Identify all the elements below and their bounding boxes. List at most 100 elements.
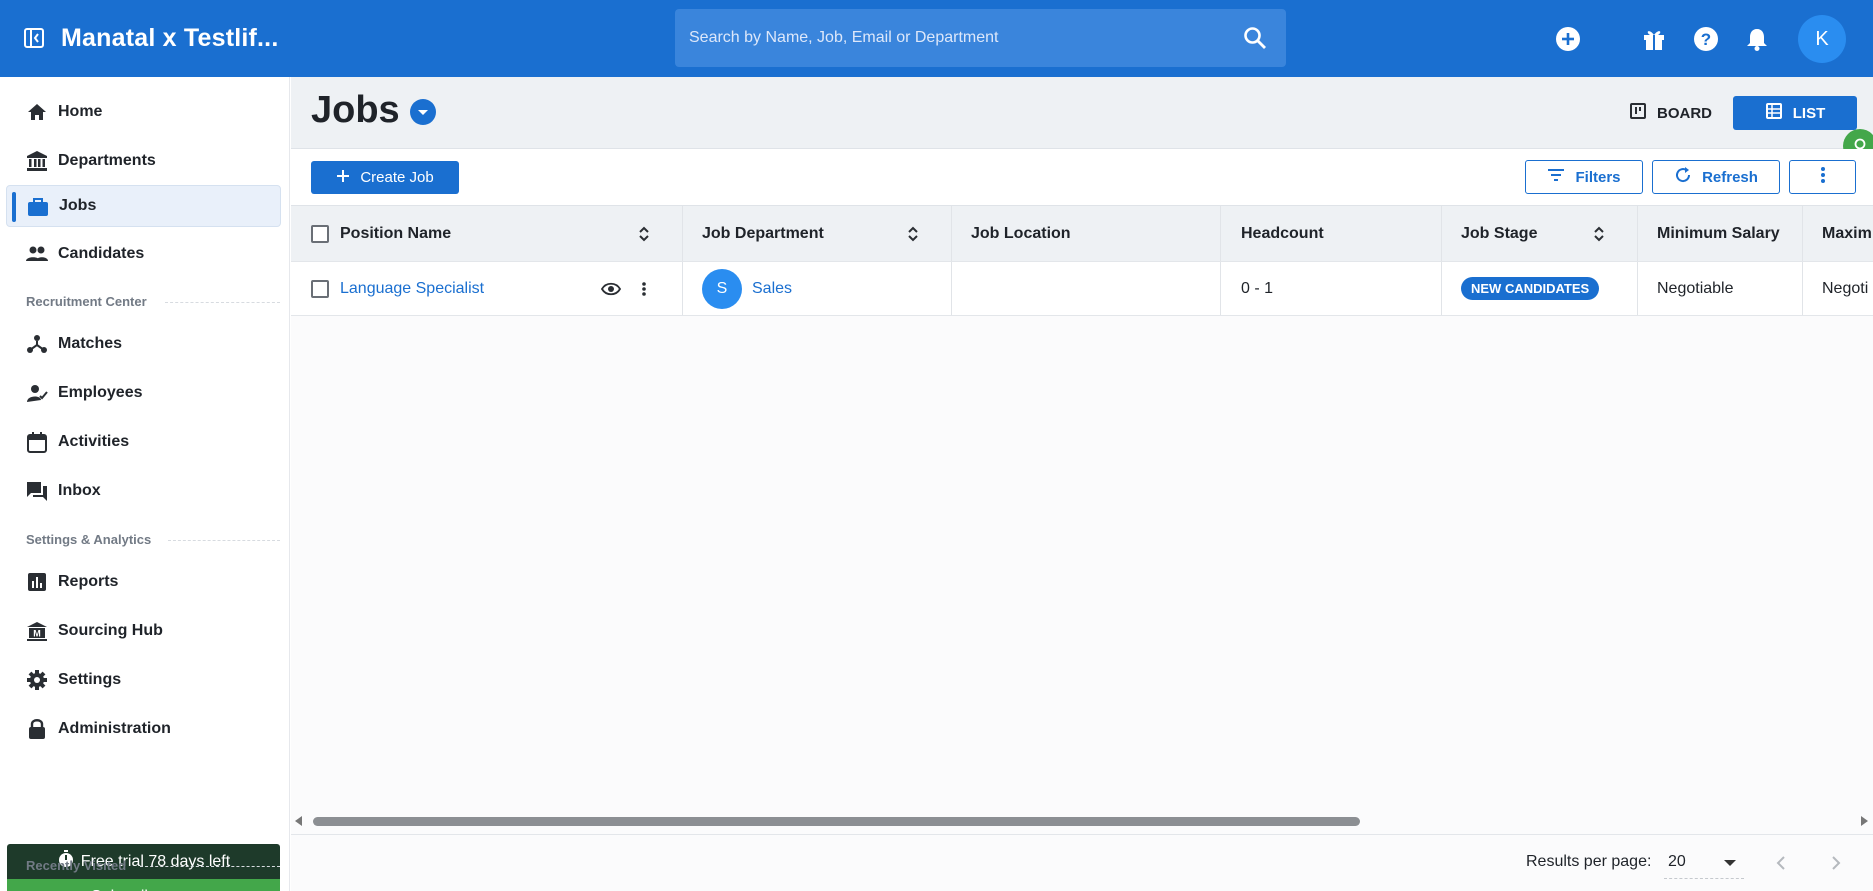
department-avatar: S: [702, 268, 742, 309]
board-view-button[interactable]: BOARD: [1629, 99, 1712, 127]
sidebar-item-matches[interactable]: Matches: [6, 323, 281, 365]
sidebar-item-administration[interactable]: Administration: [6, 708, 281, 750]
column-divider: [1441, 206, 1442, 261]
calendar-icon: [26, 431, 48, 453]
divider: [165, 302, 280, 303]
refresh-icon: [1674, 166, 1692, 188]
user-avatar[interactable]: K: [1798, 15, 1846, 63]
headcount-cell: 0 - 1: [1241, 279, 1274, 297]
refresh-label: Refresh: [1702, 168, 1758, 186]
board-icon: [1629, 102, 1647, 124]
inbox-icon: [26, 480, 48, 502]
column-divider: [1637, 262, 1638, 315]
column-divider: [951, 262, 952, 315]
row-more-icon[interactable]: [641, 262, 647, 315]
sidebar-item-departments[interactable]: Departments: [6, 140, 281, 182]
column-header[interactable]: Position Name: [340, 206, 451, 261]
sidebar-toggle-icon[interactable]: [22, 26, 46, 50]
more-options-button[interactable]: [1789, 160, 1856, 194]
column-divider: [1220, 262, 1221, 315]
position-name-link[interactable]: Language Specialist: [340, 262, 484, 315]
main-content: Jobs BOARD LIST Create Job Filters Refre…: [291, 77, 1873, 891]
table-row[interactable]: Language Specialist S Sales 0 - 1 NEW CA…: [291, 261, 1873, 316]
add-circle-icon[interactable]: [1554, 25, 1582, 53]
column-header[interactable]: Maxim: [1822, 206, 1873, 261]
sidebar-item-reports[interactable]: Reports: [6, 561, 281, 603]
sidebar: Home Departments Jobs Candidates Recruit…: [0, 77, 290, 891]
search-input[interactable]: [689, 9, 1229, 67]
caret-down-icon: [1724, 860, 1736, 866]
bank-icon: [26, 150, 48, 172]
divider: [168, 540, 280, 541]
column-divider: [1220, 206, 1221, 261]
filters-button[interactable]: Filters: [1525, 160, 1643, 194]
create-job-label: Create Job: [360, 169, 434, 186]
horizontal-scrollbar[interactable]: [291, 814, 1873, 828]
column-divider: [682, 206, 683, 261]
sidebar-item-jobs[interactable]: Jobs: [6, 185, 281, 227]
column-header[interactable]: Minimum Salary: [1657, 206, 1780, 261]
gift-icon[interactable]: [1640, 25, 1668, 53]
sidebar-item-activities[interactable]: Activities: [6, 421, 281, 463]
home-icon: [26, 101, 48, 123]
row-checkbox[interactable]: [311, 262, 329, 315]
toolbar: Create Job Filters Refresh: [291, 149, 1873, 205]
results-per-page-select[interactable]: 20: [1664, 847, 1744, 879]
sort-icon[interactable]: [1591, 224, 1607, 244]
stage-badge[interactable]: NEW CANDIDATES: [1461, 277, 1600, 300]
sidebar-item-sourcing-hub[interactable]: M Sourcing Hub: [6, 610, 281, 652]
list-view-button[interactable]: LIST: [1733, 96, 1857, 130]
bell-icon[interactable]: [1743, 25, 1771, 53]
next-page-icon[interactable]: [1824, 851, 1848, 875]
chevron-down-icon[interactable]: [410, 99, 436, 125]
sidebar-item-home[interactable]: Home: [6, 91, 281, 133]
lock-icon: [26, 718, 48, 740]
briefcase-icon: [27, 196, 49, 218]
column-divider: [951, 206, 952, 261]
section-settings-analytics: Settings & Analytics: [26, 532, 152, 547]
help-icon[interactable]: ?: [1692, 25, 1720, 53]
scrollbar-thumb[interactable]: [313, 817, 1360, 826]
sidebar-item-settings[interactable]: Settings: [6, 659, 281, 701]
column-header[interactable]: Headcount: [1241, 206, 1324, 261]
column-header[interactable]: Job Department: [702, 206, 824, 261]
sort-icon[interactable]: [905, 224, 921, 244]
column-divider: [1802, 262, 1803, 315]
section-recruitment-center: Recruitment Center: [26, 294, 147, 309]
sidebar-item-candidates[interactable]: Candidates: [6, 233, 281, 275]
sidebar-item-label: Administration: [58, 720, 171, 737]
sidebar-item-inbox[interactable]: Inbox: [6, 470, 281, 512]
sidebar-item-employees[interactable]: Employees: [6, 372, 281, 414]
subscribe-button[interactable]: Subscribe now: [7, 879, 280, 891]
column-divider: [1637, 206, 1638, 261]
sort-icon[interactable]: [636, 224, 652, 244]
top-bar: Manatal x Testlif... ? K: [0, 0, 1873, 77]
column-header[interactable]: Job Stage: [1461, 206, 1537, 261]
results-per-page-label: Results per page:: [1526, 853, 1652, 870]
scroll-right-arrow-icon[interactable]: [1861, 816, 1868, 826]
list-icon: [1765, 102, 1783, 124]
min-salary-cell: Negotiable: [1657, 279, 1734, 297]
sidebar-item-label: Departments: [58, 152, 156, 169]
column-divider: [1441, 262, 1442, 315]
page-header: Jobs BOARD LIST: [291, 77, 1873, 163]
sidebar-item-label: Activities: [58, 433, 130, 450]
search-icon[interactable]: [1242, 25, 1268, 51]
column-divider: [682, 262, 683, 315]
create-job-button[interactable]: Create Job: [311, 161, 459, 194]
sidebar-item-label: Candidates: [58, 245, 145, 262]
eye-icon[interactable]: [601, 262, 621, 315]
page-title: Jobs: [311, 89, 400, 131]
filter-icon: [1547, 168, 1565, 186]
svg-text:M: M: [33, 629, 41, 639]
results-per-page-value: 20: [1668, 853, 1686, 870]
section-recently-visited: Recently Visited: [26, 858, 127, 873]
column-header[interactable]: Job Location: [971, 206, 1071, 261]
department-link[interactable]: Sales: [752, 280, 792, 298]
select-all-checkbox[interactable]: [311, 206, 329, 261]
refresh-button[interactable]: Refresh: [1652, 160, 1780, 194]
sidebar-item-label: Reports: [58, 573, 119, 590]
scroll-left-arrow-icon[interactable]: [295, 816, 302, 826]
previous-page-icon[interactable]: [1769, 851, 1793, 875]
sourcing-hub-icon: M: [26, 620, 48, 642]
